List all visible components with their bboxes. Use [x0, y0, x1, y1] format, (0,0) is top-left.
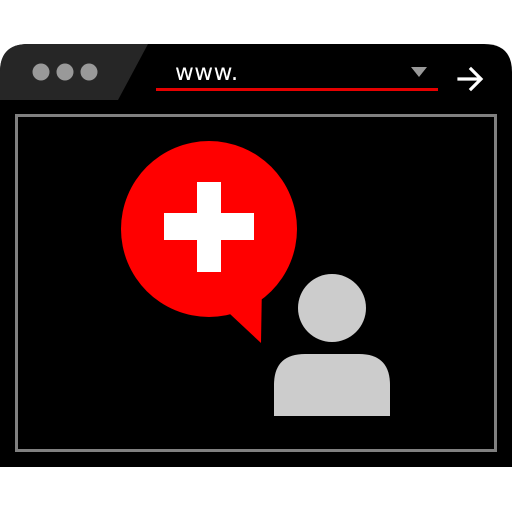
- window-dot-1[interactable]: [32, 63, 50, 81]
- go-button[interactable]: [452, 60, 488, 96]
- browser-window-illustration: www.: [0, 0, 512, 512]
- user-head: [298, 274, 366, 342]
- window-dot-2[interactable]: [56, 63, 74, 81]
- window-dot-3[interactable]: [80, 63, 98, 81]
- user-body: [274, 354, 390, 416]
- address-input[interactable]: www.: [175, 59, 239, 87]
- window-controls[interactable]: [32, 63, 98, 81]
- address-dropdown-button[interactable]: [404, 60, 434, 86]
